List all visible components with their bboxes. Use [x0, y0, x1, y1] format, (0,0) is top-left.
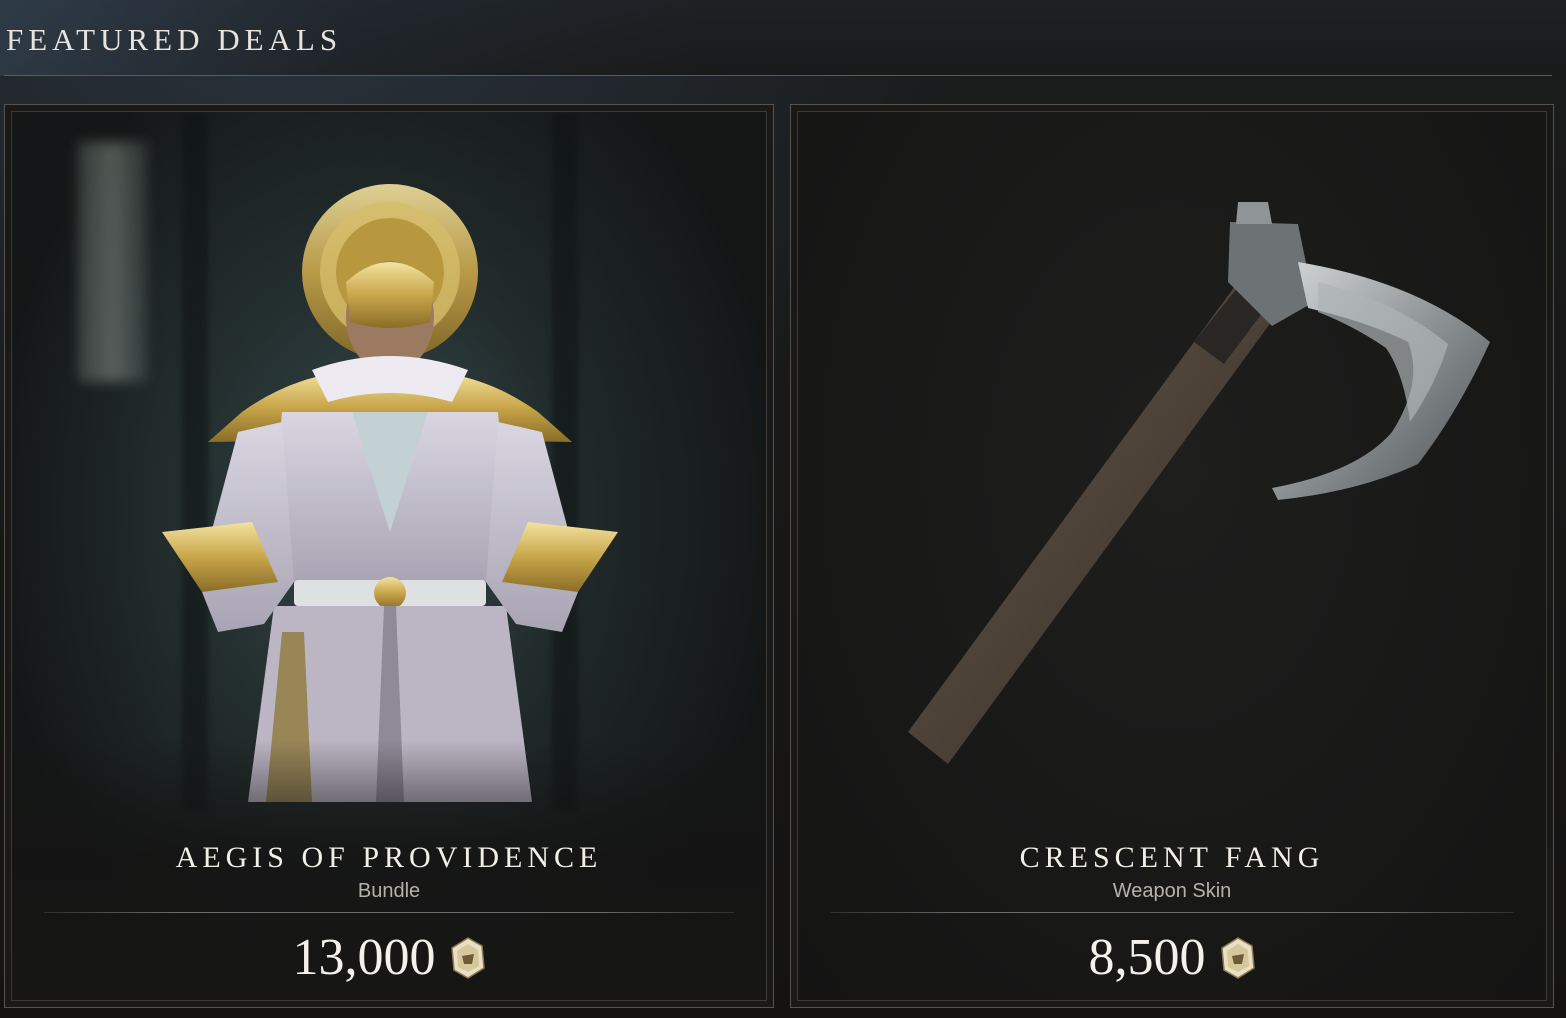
deal-name: CRESCENT FANG — [1019, 841, 1325, 874]
price-row: 13,000 — [12, 930, 766, 986]
card-divider — [830, 912, 1514, 913]
price-row: 8,500 — [798, 930, 1546, 986]
deal-name: AEGIS OF PROVIDENCE — [175, 841, 603, 874]
deal-card-aegis-of-providence[interactable]: AEGIS OF PROVIDENCE Bundle 13,000 — [4, 104, 774, 1008]
section-header: FEATURED DEALS — [0, 0, 1566, 76]
deal-type: Weapon Skin — [1112, 880, 1232, 902]
axe-weapon-image — [908, 202, 1490, 764]
deal-price: 8,500 — [1088, 929, 1206, 986]
deal-card-frame: AEGIS OF PROVIDENCE Bundle 13,000 — [11, 111, 767, 1001]
section-title: FEATURED DEALS — [6, 22, 343, 57]
coin-icon — [450, 937, 485, 979]
header-divider — [4, 75, 1552, 76]
armored-character-image — [162, 184, 618, 802]
coin-icon — [1220, 937, 1255, 979]
deal-price: 13,000 — [292, 929, 436, 986]
deal-card-crescent-fang[interactable]: CRESCENT FANG Weapon Skin 8,500 — [790, 104, 1554, 1008]
store-page: FEATURED DEALS AEGIS OF PROVIDENCE Bundl… — [0, 0, 1566, 1018]
deal-card-frame: CRESCENT FANG Weapon Skin 8,500 — [797, 111, 1547, 1001]
deal-type: Bundle — [357, 880, 421, 902]
card-divider — [44, 912, 734, 913]
